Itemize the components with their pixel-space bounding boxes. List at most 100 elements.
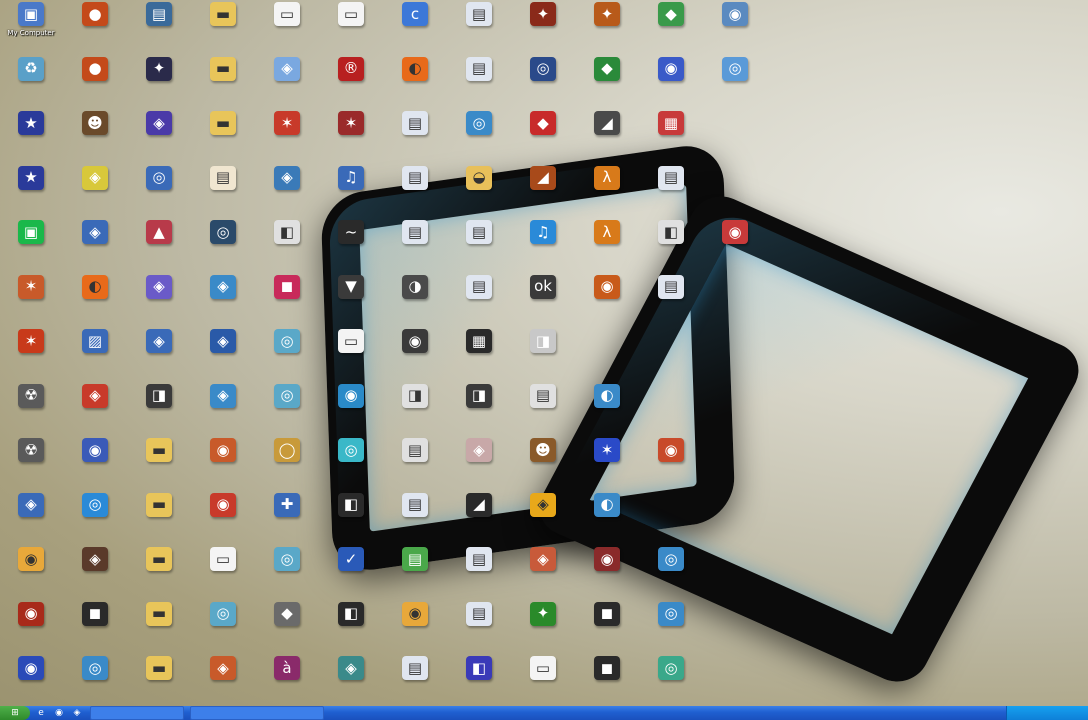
desktop-icon[interactable]: ♫ — [512, 220, 574, 272]
desktop-icon[interactable]: ▤ — [448, 601, 510, 654]
desktop-icon[interactable]: ◒ — [448, 165, 510, 218]
desktop-icon[interactable]: à — [256, 656, 318, 706]
desktop-icon[interactable]: ▤ — [384, 492, 446, 545]
desktop-icon[interactable]: ◉ — [640, 438, 702, 490]
desktop-icon[interactable]: ☢ — [0, 438, 62, 490]
desktop-icon[interactable]: ◎ — [640, 601, 702, 654]
desktop-icon[interactable]: ◈ — [192, 656, 254, 706]
desktop-icon[interactable]: ◆ — [576, 56, 638, 109]
desktop-icon[interactable]: ▤ — [448, 220, 510, 272]
desktop-icon[interactable]: ◈ — [64, 547, 126, 599]
desktop-icon[interactable]: ◈ — [448, 438, 510, 490]
desktop-icon[interactable]: c — [384, 2, 446, 54]
desktop-icon[interactable]: ▬ — [192, 111, 254, 163]
desktop-icon[interactable]: ◢ — [512, 165, 574, 218]
taskbar-window-button[interactable] — [190, 706, 324, 720]
desktop-icon[interactable]: ▤ — [448, 274, 510, 327]
desktop-icon[interactable]: ✶ — [320, 111, 382, 163]
desktop-icon[interactable]: ✶ — [0, 329, 62, 381]
desktop-icon[interactable]: ▬ — [128, 492, 190, 545]
desktop-icon[interactable]: ◎ — [192, 220, 254, 272]
desktop-icon[interactable]: ▬ — [128, 656, 190, 706]
desktop-icon[interactable]: ◐ — [384, 56, 446, 109]
desktop-icon[interactable]: ◆ — [640, 2, 702, 54]
desktop-icon[interactable]: ◉ — [0, 547, 62, 599]
desktop-icon[interactable]: ◼ — [576, 656, 638, 706]
desktop-icon[interactable]: ♻ — [0, 56, 62, 109]
desktop-icon[interactable]: ◎ — [256, 383, 318, 436]
desktop-icon[interactable]: ▤ — [384, 438, 446, 490]
desktop-icon[interactable]: ◉ — [64, 438, 126, 490]
desktop-icon[interactable]: ▤ — [192, 165, 254, 218]
desktop-icon[interactable]: ▼ — [320, 274, 382, 327]
desktop-icon[interactable]: ◉ — [384, 601, 446, 654]
desktop-icon[interactable]: ▤ — [448, 2, 510, 54]
desktop-icon[interactable]: ✶ — [576, 438, 638, 490]
desktop-icon[interactable]: ☻ — [64, 111, 126, 163]
desktop-icon[interactable]: ◎ — [704, 56, 766, 109]
desktop-icon[interactable]: ◎ — [192, 601, 254, 654]
desktop-icon[interactable]: ◎ — [512, 56, 574, 109]
desktop-icon[interactable]: ▤ — [384, 656, 446, 706]
desktop-icon[interactable]: ◈ — [192, 383, 254, 436]
desktop-icon[interactable]: ◐ — [64, 274, 126, 327]
desktop-icon[interactable]: ♫ — [320, 165, 382, 218]
desktop-icon[interactable]: ◉ — [192, 438, 254, 490]
desktop-icon[interactable]: ◈ — [128, 274, 190, 327]
desktop-icon[interactable]: ◈ — [64, 165, 126, 218]
desktop-icon[interactable]: ◈ — [320, 656, 382, 706]
desktop-icon[interactable]: λ — [576, 220, 638, 272]
desktop-icon[interactable]: ◎ — [128, 165, 190, 218]
desktop-icon[interactable]: ◢ — [576, 111, 638, 163]
desktop-icon[interactable]: ● — [64, 2, 126, 54]
desktop-icon[interactable]: ◈ — [256, 56, 318, 109]
desktop-icon[interactable]: ✦ — [576, 2, 638, 54]
desktop-icon[interactable]: ◨ — [128, 383, 190, 436]
desktop-icon[interactable]: ◨ — [512, 329, 574, 381]
desktop-icon[interactable]: ◆ — [512, 111, 574, 163]
desktop-icon[interactable]: ▤ — [640, 274, 702, 327]
desktop-icon[interactable]: ◎ — [640, 656, 702, 706]
desktop-icon[interactable]: ▬ — [192, 56, 254, 109]
desktop-icon[interactable]: ★ — [0, 111, 62, 163]
desktop-icon[interactable]: ◈ — [512, 492, 574, 545]
desktop-icon[interactable]: ▤ — [128, 2, 190, 54]
desktop-icon[interactable]: ◧ — [640, 220, 702, 272]
desktop-icon[interactable]: ▤ — [448, 56, 510, 109]
desktop-icon[interactable]: ▤ — [640, 165, 702, 218]
desktop-icon[interactable]: ▤ — [448, 547, 510, 599]
desktop-icon[interactable]: ◧ — [256, 220, 318, 272]
desktop-icon[interactable]: ▬ — [128, 438, 190, 490]
desktop-icon[interactable]: ★ — [0, 165, 62, 218]
desktop-icon[interactable]: ▭ — [256, 2, 318, 54]
desktop-icon[interactable]: ◧ — [320, 492, 382, 545]
desktop-icon[interactable]: ® — [320, 56, 382, 109]
desktop-icon[interactable]: ◧ — [320, 601, 382, 654]
desktop-icon[interactable]: ◉ — [640, 56, 702, 109]
desktop-icon[interactable]: ▭ — [320, 329, 382, 381]
desktop-icon[interactable]: ▤ — [384, 165, 446, 218]
desktop-icon[interactable]: ◎ — [320, 438, 382, 490]
desktop-icon[interactable]: ▭ — [192, 547, 254, 599]
desktop-icon[interactable]: ▤ — [384, 220, 446, 272]
desktop-icon[interactable]: ◈ — [192, 329, 254, 381]
desktop-icon[interactable]: ◑ — [384, 274, 446, 327]
desktop-icon[interactable]: ~ — [320, 220, 382, 272]
desktop-icon[interactable]: ◉ — [384, 329, 446, 381]
desktop-icon[interactable]: ▦ — [448, 329, 510, 381]
desktop-icon[interactable]: ◈ — [512, 547, 574, 599]
desktop-icon[interactable]: ☻ — [512, 438, 574, 490]
desktop-icon[interactable]: ◎ — [64, 492, 126, 545]
desktop-icon[interactable]: ◈ — [128, 111, 190, 163]
desktop-icon[interactable]: ◉ — [320, 383, 382, 436]
desktop-icon[interactable]: ◼ — [256, 274, 318, 327]
desktop-icon[interactable]: ◉ — [192, 492, 254, 545]
desktop-icon[interactable]: ◉ — [704, 2, 766, 54]
desktop-icon[interactable]: ◨ — [448, 383, 510, 436]
quick-launch-media-icon[interactable]: ◉ — [52, 707, 66, 719]
desktop-icon[interactable]: ◉ — [0, 601, 62, 654]
desktop-icon[interactable]: ◼ — [64, 601, 126, 654]
desktop-icon[interactable]: ◯ — [256, 438, 318, 490]
desktop-icon[interactable]: ◆ — [256, 601, 318, 654]
desktop-icon[interactable]: ▭ — [320, 2, 382, 54]
